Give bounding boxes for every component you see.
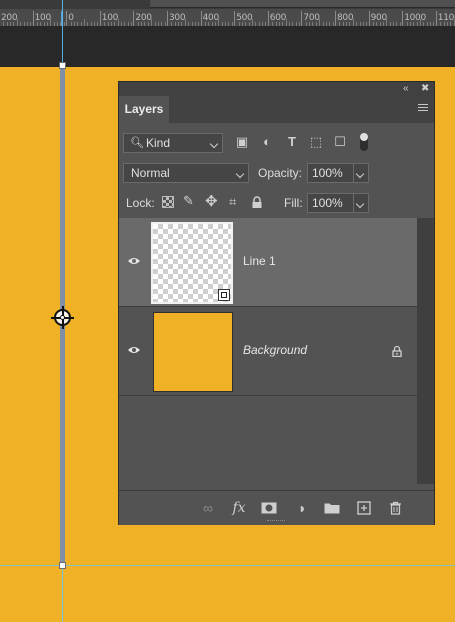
layer-row-line-1[interactable]: Line 1	[119, 218, 417, 307]
ruler-minor-tick	[386, 19, 388, 26]
ruler-minor-tick	[218, 19, 220, 26]
pixel-filter-icon[interactable]: ▣	[235, 135, 249, 149]
pasteboard	[0, 26, 455, 67]
bottom-anchor-handle[interactable]	[59, 562, 66, 569]
adjustment-icon[interactable]: ◑	[292, 499, 310, 517]
opacity-field[interactable]: 100%	[307, 163, 369, 183]
adjustment-filter-icon[interactable]: ◐	[260, 135, 274, 149]
ruler-major-tick	[133, 11, 135, 26]
blend-mode-value: Normal	[131, 166, 170, 180]
fill-divider	[353, 194, 354, 212]
opacity-label: Opacity:	[258, 166, 303, 180]
top-anchor-handle[interactable]	[59, 62, 66, 69]
layer-list: Line 1 Background	[119, 218, 417, 484]
reference-point-icon[interactable]	[51, 306, 74, 329]
chevron-down-icon	[355, 199, 365, 209]
fx-icon[interactable]: fx	[230, 499, 248, 517]
ruler-major-tick	[335, 11, 336, 26]
blend-row: Normal Opacity: 100%	[119, 161, 434, 189]
fill-field[interactable]: 100%	[307, 193, 369, 213]
ruler-major-tick	[234, 11, 236, 26]
shape-layer-badge-icon	[218, 289, 230, 301]
document-tab-strip	[0, 0, 455, 9]
type-filter-icon[interactable]: T	[285, 135, 299, 149]
lock-transparent-icon[interactable]	[162, 196, 174, 208]
lock-label: Lock:	[126, 196, 155, 210]
ruler-major-tick	[435, 11, 437, 26]
panel-menu-icon[interactable]	[418, 104, 428, 114]
layer-name-line-1[interactable]: Line 1	[243, 254, 276, 268]
lock-row: Lock: ✎ ✥ ⌗ Fill: 100%	[119, 191, 434, 219]
panel-resize-grip[interactable]	[267, 520, 285, 524]
smart-object-filter-icon[interactable]: ☐	[333, 135, 347, 149]
eye-visibility-icon[interactable]	[127, 256, 141, 266]
lock-all-icon[interactable]	[251, 195, 263, 208]
layer-row-background[interactable]: Background	[119, 307, 417, 396]
ruler-minor-tick	[453, 19, 455, 26]
fill-label: Fill:	[284, 196, 303, 210]
ruler-minor-tick	[151, 19, 153, 26]
search-icon: 🔍︎	[130, 137, 144, 149]
ruler-major-tick	[368, 11, 370, 26]
shape-filter-icon[interactable]: ⬚	[309, 135, 323, 149]
lock-artboard-crop-icon[interactable]: ⌗	[229, 194, 236, 210]
horizontal-guide[interactable]	[0, 565, 455, 566]
filter-toggle-switch[interactable]	[360, 133, 368, 151]
lock-position-move-icon[interactable]: ✥	[205, 192, 218, 210]
ruler-major-tick	[66, 11, 68, 26]
ruler-minor-tick	[50, 19, 52, 26]
mask-icon[interactable]	[260, 499, 278, 517]
filter-kind-label: Kind	[146, 136, 171, 150]
fill-value: 100%	[312, 196, 343, 210]
lock-paint-brush-icon[interactable]: ✎	[183, 193, 194, 209]
ruler-minor-tick	[252, 19, 253, 26]
ruler-major-tick	[200, 11, 202, 26]
panel-footer: ∞ fx ◑	[119, 490, 434, 525]
chevron-down-icon	[209, 139, 219, 149]
ruler-minor-tick	[184, 19, 186, 26]
blend-mode-select[interactable]: Normal	[123, 163, 249, 183]
filter-row: 🔍︎ Kind ▣ ◐ T ⬚ ☐	[119, 131, 434, 159]
ruler-minor-tick	[352, 19, 354, 26]
panel-tab-row: Layers	[119, 96, 434, 123]
ruler-minor-tick	[84, 19, 85, 26]
ruler-major-tick	[301, 11, 303, 26]
ruler-major-tick	[167, 11, 168, 26]
panel-titlebar[interactable]: « ✖	[119, 82, 434, 96]
ruler-minor-tick	[420, 19, 421, 26]
ruler-minor-tick	[16, 19, 18, 26]
opacity-divider	[353, 164, 354, 182]
eye-visibility-icon[interactable]	[127, 345, 141, 355]
ruler-major-tick	[267, 11, 269, 26]
tab-layers[interactable]: Layers	[119, 96, 169, 123]
opacity-value: 100%	[312, 166, 343, 180]
collapse-icon[interactable]: «	[403, 82, 409, 96]
horizontal-ruler[interactable]: 200 100 0 100 200 300 400 500 600 700 800 900 1000 11…	[0, 0, 455, 26]
ruler-minor-tick	[285, 19, 287, 26]
ruler-major-tick	[32, 11, 34, 26]
folder-icon[interactable]	[323, 499, 341, 517]
layer-name-background[interactable]: Background	[243, 343, 307, 357]
link-icon[interactable]: ∞	[199, 499, 217, 517]
layers-panel: « ✖ Layers 🔍︎ Kind ▣ ◐ T ⬚ ☐ Normal Opac…	[118, 81, 435, 525]
close-icon[interactable]: ✖	[421, 82, 429, 96]
layer-thumbnail-background[interactable]	[153, 312, 233, 392]
lock-icon[interactable]	[391, 344, 403, 358]
ruler-minor-tick	[319, 19, 321, 26]
ruler-major-tick	[402, 11, 404, 26]
ruler-minor-tick	[117, 19, 119, 26]
layer-list-scrollbar[interactable]	[417, 218, 434, 484]
chevron-down-icon	[355, 169, 365, 179]
chevron-down-icon	[235, 169, 245, 179]
ruler-major-tick	[99, 11, 101, 26]
filter-kind-select[interactable]: 🔍︎ Kind	[123, 133, 223, 153]
trash-icon[interactable]	[386, 499, 404, 517]
new-layer-icon[interactable]	[355, 499, 373, 517]
layer-thumbnail-line-1[interactable]	[151, 222, 233, 304]
